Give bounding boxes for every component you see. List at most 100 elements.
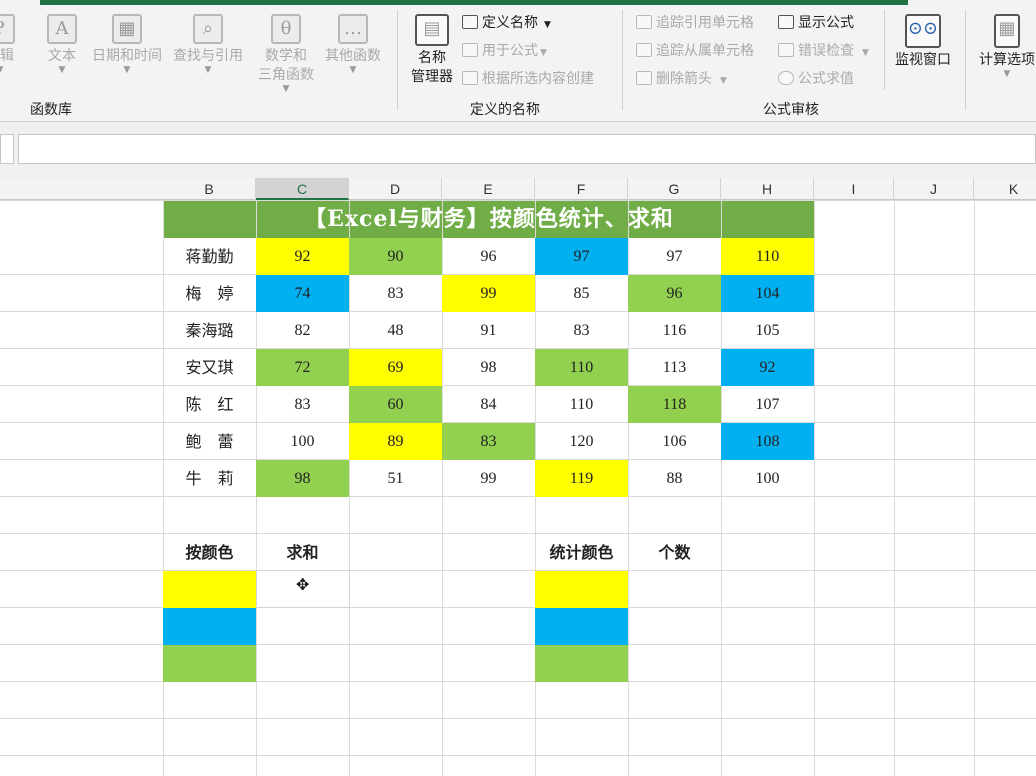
trace-dependents-button[interactable]: 追踪从属单元格 — [636, 42, 754, 60]
column-header-f[interactable]: F — [535, 178, 628, 200]
formula-input[interactable] — [18, 134, 1036, 164]
table-value-cell[interactable]: 99 — [442, 275, 535, 312]
function-library-button[interactable]: θ 数学和 三角函数 ▼ — [256, 14, 316, 94]
error-checking-button[interactable]: 错误检查 ▼ — [778, 42, 869, 62]
remove-arrows-icon — [636, 71, 652, 85]
table-value-cell[interactable]: 98 — [442, 349, 535, 386]
table-value-cell[interactable]: 83 — [349, 275, 442, 312]
table-value-cell[interactable]: 96 — [628, 275, 721, 312]
table-name-cell[interactable]: 牛 莉 — [163, 460, 256, 497]
function-library-button[interactable]: ? 逻辑 ▼ — [0, 14, 22, 75]
trace-precedents-button[interactable]: 追踪引用单元格 — [636, 14, 754, 32]
table-value-cell[interactable]: 69 — [349, 349, 442, 386]
table-value-cell[interactable]: 100 — [721, 460, 814, 497]
table-value-cell[interactable]: 100 — [256, 423, 349, 460]
table-value-cell[interactable]: 48 — [349, 312, 442, 349]
table-value-cell[interactable]: 110 — [721, 238, 814, 275]
name-box[interactable] — [0, 134, 14, 164]
table-value-cell[interactable]: 83 — [442, 423, 535, 460]
count-color-header[interactable]: 统计颜色 — [535, 534, 628, 571]
table-value-cell[interactable]: 85 — [535, 275, 628, 312]
table-value-cell[interactable]: 74 — [256, 275, 349, 312]
table-value-cell[interactable]: 89 — [349, 423, 442, 460]
table-value-cell[interactable]: 104 — [721, 275, 814, 312]
column-header-b[interactable]: B — [163, 178, 256, 200]
grid-line — [0, 570, 1036, 571]
show-formulas-button[interactable]: 显示公式 — [778, 14, 854, 32]
table-value-cell[interactable]: 72 — [256, 349, 349, 386]
table-value-cell[interactable]: 83 — [256, 386, 349, 423]
sum-value-header[interactable]: 求和 — [256, 534, 349, 571]
table-value-cell[interactable]: 92 — [256, 238, 349, 275]
table-value-cell[interactable]: 105 — [721, 312, 814, 349]
table-value-cell[interactable]: 82 — [256, 312, 349, 349]
evaluate-formula-label: 公式求值 — [798, 71, 854, 87]
use-in-formula-button[interactable]: 用于公式 ▼ — [462, 42, 547, 62]
table-value-cell[interactable]: 92 — [721, 349, 814, 386]
calculation-options-button[interactable]: ▦ 计算选项 ▼ — [972, 14, 1036, 79]
table-name-cell[interactable]: 安又琪 — [163, 349, 256, 386]
column-header-c[interactable]: C — [256, 178, 349, 200]
calculation-options-label: 计算选项 — [979, 52, 1035, 68]
table-value-cell[interactable]: 96 — [442, 238, 535, 275]
evaluate-formula-button[interactable]: 公式求值 — [778, 70, 854, 88]
table-value-cell[interactable]: 110 — [535, 349, 628, 386]
table-value-cell[interactable]: 119 — [535, 460, 628, 497]
column-header-i[interactable]: I — [814, 178, 894, 200]
function-library-button[interactable]: ▦ 日期和时间 ▼ — [88, 14, 166, 75]
table-name-cell[interactable]: 蒋勤勤 — [163, 238, 256, 275]
ribbon-separator — [965, 10, 966, 110]
table-value-cell[interactable]: 110 — [535, 386, 628, 423]
table-value-cell[interactable]: 118 — [628, 386, 721, 423]
function-library-button[interactable]: A 文本 ▼ — [40, 14, 84, 75]
table-value-cell[interactable]: 51 — [349, 460, 442, 497]
table-name-cell[interactable]: 陈 红 — [163, 386, 256, 423]
sum-color-swatch[interactable] — [163, 608, 256, 645]
formula-bar — [0, 122, 1036, 178]
function-library-button[interactable]: ⌕ 查找与引用 ▼ — [168, 14, 248, 75]
table-value-cell[interactable]: 116 — [628, 312, 721, 349]
table-value-cell[interactable]: 88 — [628, 460, 721, 497]
watch-window-button[interactable]: ⊙⊙ 监视窗口 — [890, 14, 956, 70]
count-color-swatch[interactable] — [535, 645, 628, 682]
column-header-j[interactable]: J — [894, 178, 974, 200]
count-color-swatch[interactable] — [535, 608, 628, 645]
grid-line — [0, 644, 1036, 645]
table-value-cell[interactable]: 91 — [442, 312, 535, 349]
table-value-cell[interactable]: 97 — [628, 238, 721, 275]
column-header-d[interactable]: D — [349, 178, 442, 200]
table-value-cell[interactable]: 98 — [256, 460, 349, 497]
table-value-cell[interactable]: 60 — [349, 386, 442, 423]
column-header-h[interactable]: H — [721, 178, 814, 200]
table-value-cell[interactable]: 83 — [535, 312, 628, 349]
table-name-cell[interactable]: 秦海璐 — [163, 312, 256, 349]
table-value-cell[interactable]: 97 — [535, 238, 628, 275]
worksheet-grid[interactable]: 【Excel与财务】按颜色统计、求和 蒋勤勤 92 90 96 97 97 110 梅 婷 74… — [0, 200, 1036, 776]
name-manager-button[interactable]: ▤ 名称 管理器 — [406, 14, 458, 87]
ribbon-accent-line — [40, 0, 908, 5]
table-value-cell[interactable]: 90 — [349, 238, 442, 275]
sum-color-header[interactable]: 按颜色 — [163, 534, 256, 571]
table-value-cell[interactable]: 120 — [535, 423, 628, 460]
function-library-button-label: 查找与引用 — [173, 48, 243, 64]
table-value-cell[interactable]: 107 — [721, 386, 814, 423]
sum-color-swatch[interactable] — [163, 571, 256, 608]
count-value-header[interactable]: 个数 — [628, 534, 721, 571]
table-name-cell[interactable]: 鲍 蕾 — [163, 423, 256, 460]
column-header-k[interactable]: K — [974, 178, 1036, 200]
create-from-selection-button[interactable]: 根据所选内容创建 — [462, 70, 594, 88]
table-name-cell[interactable]: 梅 婷 — [163, 275, 256, 312]
count-color-swatch[interactable] — [535, 571, 628, 608]
table-value-cell[interactable]: 106 — [628, 423, 721, 460]
column-header-e[interactable]: E — [442, 178, 535, 200]
table-value-cell[interactable]: 84 — [442, 386, 535, 423]
sum-color-swatch[interactable] — [163, 645, 256, 682]
table-value-cell[interactable]: 99 — [442, 460, 535, 497]
column-header-g[interactable]: G — [628, 178, 721, 200]
remove-arrows-button[interactable]: 删除箭头 ▼ — [636, 70, 727, 90]
table-value-cell[interactable]: 108 — [721, 423, 814, 460]
define-name-button[interactable]: 定义名称 ▼ — [462, 14, 551, 34]
more-functions-icon: … — [338, 14, 368, 44]
table-value-cell[interactable]: 113 — [628, 349, 721, 386]
function-library-button[interactable]: … 其他函数 ▼ — [320, 14, 386, 75]
